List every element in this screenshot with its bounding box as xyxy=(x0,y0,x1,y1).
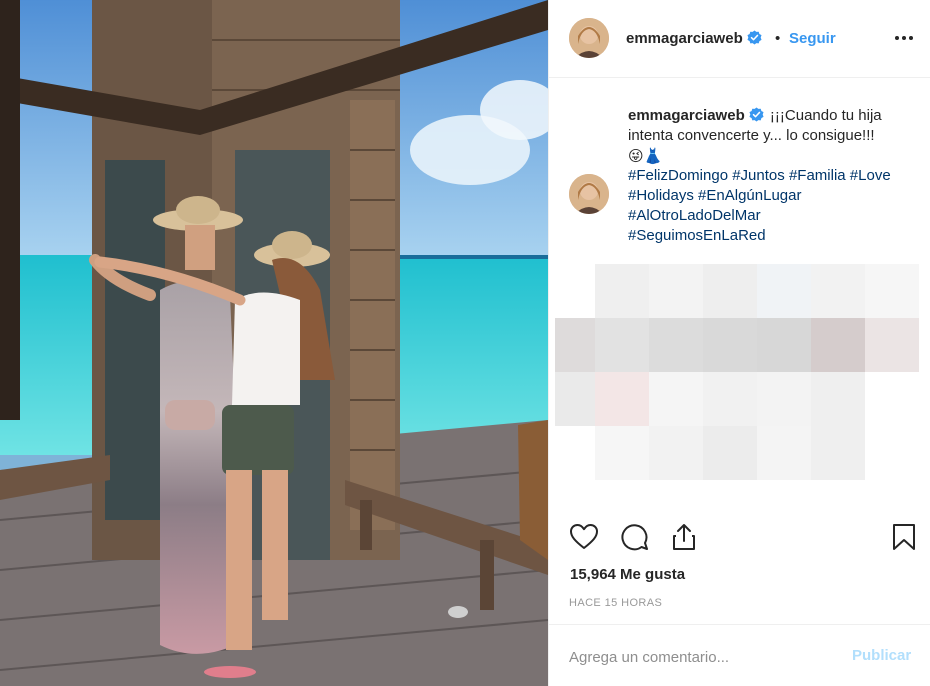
hashtag-link[interactable]: #Familia xyxy=(789,167,846,184)
pixel-block xyxy=(703,318,757,372)
pixel-block xyxy=(757,264,811,318)
more-horizontal-icon[interactable] xyxy=(893,28,915,48)
follow-button[interactable]: Seguir xyxy=(789,30,836,47)
verified-badge-icon xyxy=(749,107,764,122)
hashtag-link[interactable]: #FelizDomingo xyxy=(628,167,728,184)
pixel-block xyxy=(703,264,757,318)
post-photo[interactable] xyxy=(0,0,548,686)
hashtag-link[interactable]: #Holidays xyxy=(628,187,694,204)
hashtag-link[interactable]: #EnAlgúnLugar xyxy=(698,187,801,204)
pixel-block xyxy=(865,264,919,318)
likes-count[interactable]: 15,964 Me gusta xyxy=(570,566,685,583)
pixel-block xyxy=(865,318,919,372)
pixel-block xyxy=(595,264,649,318)
comment-input[interactable] xyxy=(569,645,829,669)
pixel-block xyxy=(757,372,811,426)
pixelated-comments xyxy=(555,264,927,488)
pixel-block xyxy=(595,426,649,480)
caption-emoji: 😜👗 xyxy=(628,147,663,165)
pixel-block xyxy=(649,426,703,480)
caption-author-avatar[interactable] xyxy=(569,174,609,214)
post-caption: emmagarciaweb ¡¡¡Cuando tu hija intenta … xyxy=(549,78,930,508)
pixel-block xyxy=(757,318,811,372)
pixel-block xyxy=(703,372,757,426)
pixel-block xyxy=(811,426,865,480)
hashtag-link[interactable]: #SeguimosEnLaRed xyxy=(628,227,766,244)
caption-text: emmagarciaweb ¡¡¡Cuando tu hija intenta … xyxy=(628,106,918,167)
bookmark-icon[interactable] xyxy=(889,522,919,552)
post-side-panel: emmagarciaweb • Seguir emmagarciaweb ¡¡¡… xyxy=(548,0,930,686)
post-actions xyxy=(549,508,930,568)
pixel-block xyxy=(811,372,865,426)
pixel-block xyxy=(757,426,811,480)
verified-badge-icon xyxy=(747,30,762,45)
pixel-block xyxy=(649,372,703,426)
hashtag-link[interactable]: #AlOtroLadoDelMar xyxy=(628,207,761,224)
like-heart-icon[interactable] xyxy=(569,522,599,552)
post-timestamp[interactable]: HACE 15 HORAS xyxy=(569,597,662,609)
hashtag-link[interactable]: #Love xyxy=(850,167,891,184)
pixel-block xyxy=(811,264,865,318)
pixel-block xyxy=(595,372,649,426)
publish-button[interactable]: Publicar xyxy=(852,647,911,664)
pixel-block xyxy=(703,426,757,480)
comment-icon[interactable] xyxy=(620,522,650,552)
author-username[interactable]: emmagarciaweb xyxy=(626,30,762,47)
pixel-block xyxy=(649,264,703,318)
share-icon[interactable] xyxy=(669,522,699,552)
pixel-block xyxy=(649,318,703,372)
caption-author-username[interactable]: emmagarciaweb xyxy=(628,107,764,124)
pixel-block xyxy=(811,318,865,372)
post-photo-illustration xyxy=(0,0,548,686)
comment-bar: Publicar xyxy=(549,624,930,686)
hashtag-list: #FelizDomingo #Juntos #Familia #Love #Ho… xyxy=(628,166,923,246)
post-header: emmagarciaweb • Seguir xyxy=(549,0,930,78)
pixel-block xyxy=(595,318,649,372)
author-avatar[interactable] xyxy=(569,18,609,58)
separator-dot: • xyxy=(775,30,781,47)
hashtag-link[interactable]: #Juntos xyxy=(732,167,785,184)
